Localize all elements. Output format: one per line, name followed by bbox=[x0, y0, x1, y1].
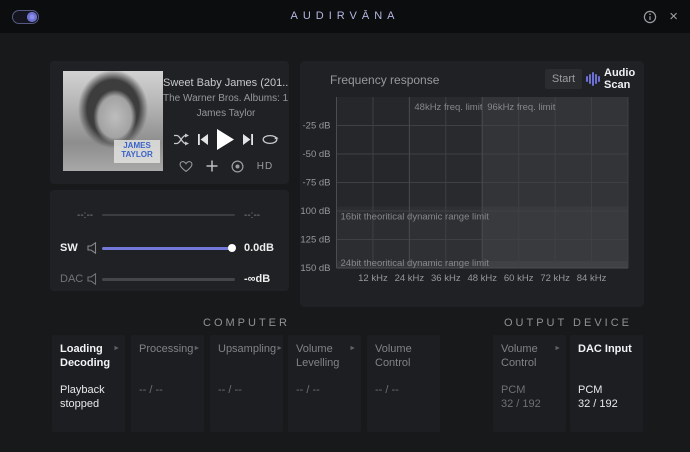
artist-name: James Taylor bbox=[163, 108, 289, 119]
computer-section-header: COMPUTER bbox=[52, 317, 441, 329]
stage-title: DAC Input bbox=[578, 343, 632, 357]
audirvana-window: AUDIRVĀNA × JAMES TAYLOR Sweet Baby Jame… bbox=[0, 0, 690, 452]
svg-text:-50 dB: -50 dB bbox=[303, 149, 331, 160]
stage-arrow-icon: ► bbox=[113, 345, 120, 371]
streaming-service-logo-icon bbox=[231, 160, 244, 173]
dac-volume-row: DAC -∞dB bbox=[60, 271, 279, 287]
svg-text:84 kHz: 84 kHz bbox=[577, 273, 607, 284]
software-volume-row: SW 0.0dB bbox=[60, 240, 279, 256]
stage-status: -- / -- bbox=[139, 383, 163, 397]
svg-text:-25 dB: -25 dB bbox=[303, 121, 331, 132]
pipeline-stage-volume-levelling[interactable]: Volume Levelling ► -- / -- bbox=[288, 335, 361, 432]
svg-text:-75 dB: -75 dB bbox=[303, 178, 331, 189]
svg-text:-125 dB: -125 dB bbox=[300, 235, 331, 246]
dac-volume-slider[interactable] bbox=[102, 278, 235, 281]
svg-text:12 kHz: 12 kHz bbox=[358, 273, 388, 284]
software-volume-label: SW bbox=[60, 242, 87, 254]
repeat-icon[interactable] bbox=[262, 134, 279, 145]
play-button-icon[interactable] bbox=[217, 129, 234, 150]
svg-text:-150 dB: -150 dB bbox=[300, 263, 331, 274]
output-stage-dac-input[interactable]: DAC Input PCM 32 / 192 bbox=[570, 335, 643, 432]
pipeline-stage-loading-decoding[interactable]: Loading Decoding ► Playback stopped bbox=[52, 335, 125, 432]
track-info: Sweet Baby James (201... The Warner Bros… bbox=[163, 61, 289, 184]
album-title: The Warner Bros. Albums: 1... bbox=[163, 93, 289, 104]
stage-status: -- / -- bbox=[296, 383, 320, 397]
secondary-controls: HD bbox=[163, 158, 289, 174]
stage-status: PCM 32 / 192 bbox=[501, 383, 541, 412]
album-art-caption: JAMES TAYLOR bbox=[114, 140, 160, 163]
svg-text:16bit theoritical dynamic rang: 16bit theoritical dynamic range limit bbox=[341, 211, 490, 222]
stage-title: Processing bbox=[139, 343, 193, 357]
now-playing-card: JAMES TAYLOR Sweet Baby James (201... Th… bbox=[50, 61, 289, 184]
svg-text:36 kHz: 36 kHz bbox=[431, 273, 461, 284]
stage-status: -- / -- bbox=[375, 383, 399, 397]
titlebar: AUDIRVĀNA × bbox=[0, 0, 690, 33]
previous-track-icon[interactable] bbox=[198, 134, 208, 145]
pipeline-stage-volume-control[interactable]: Volume Control -- / -- bbox=[367, 335, 440, 432]
track-title: Sweet Baby James (201... bbox=[163, 77, 289, 89]
pipeline-stage-upsampling[interactable]: Upsampling ► -- / -- bbox=[210, 335, 283, 432]
svg-text:96kHz freq. limit: 96kHz freq. limit bbox=[487, 102, 555, 113]
stage-status: Playback stopped bbox=[60, 383, 105, 412]
stage-title: Volume Control bbox=[375, 343, 412, 371]
info-icon[interactable] bbox=[643, 10, 657, 24]
software-volume-slider[interactable] bbox=[102, 247, 235, 250]
titlebar-icons: × bbox=[643, 0, 678, 33]
software-volume-value: 0.0dB bbox=[235, 242, 279, 254]
svg-text:24 kHz: 24 kHz bbox=[395, 273, 425, 284]
output-device-section-header: OUTPUT DEVICE bbox=[493, 317, 643, 329]
svg-text:24bit theoritical dynamic rang: 24bit theoritical dynamic range limit bbox=[341, 258, 490, 269]
svg-text:48 kHz: 48 kHz bbox=[467, 273, 497, 284]
stage-title: Volume Levelling bbox=[296, 343, 339, 371]
stage-title: Volume Control bbox=[501, 343, 538, 371]
time-elapsed: --:-- bbox=[60, 210, 102, 221]
frequency-response-plot: -25 dB -50 dB -75 dB -100 dB -125 dB -150 dB 1… bbox=[300, 61, 644, 307]
pipeline-stage-processing[interactable]: Processing ► -- / -- bbox=[131, 335, 204, 432]
dac-volume-label: DAC bbox=[60, 273, 87, 285]
svg-text:60 kHz: 60 kHz bbox=[504, 273, 534, 284]
transport-controls bbox=[163, 127, 289, 151]
close-icon[interactable]: × bbox=[669, 9, 678, 24]
output-stage-volume-control[interactable]: Volume Control ► PCM 32 / 192 bbox=[493, 335, 566, 432]
stage-arrow-icon: ► bbox=[276, 345, 283, 357]
stage-title: Upsampling bbox=[218, 343, 276, 357]
svg-text:-100 dB: -100 dB bbox=[300, 206, 331, 217]
seek-slider[interactable] bbox=[102, 214, 235, 216]
shuffle-icon[interactable] bbox=[174, 133, 189, 146]
speaker-icon[interactable] bbox=[87, 273, 102, 285]
svg-text:72 kHz: 72 kHz bbox=[540, 273, 570, 284]
slider-knob[interactable] bbox=[228, 244, 236, 252]
speaker-icon[interactable] bbox=[87, 242, 102, 254]
svg-text:48kHz freq. limit: 48kHz freq. limit bbox=[414, 102, 482, 113]
hd-quality-badge: HD bbox=[257, 161, 273, 172]
album-art[interactable]: JAMES TAYLOR bbox=[63, 71, 163, 171]
add-to-playlist-icon[interactable] bbox=[206, 160, 218, 172]
stage-arrow-icon: ► bbox=[554, 345, 561, 371]
frequency-response-card: Frequency response Start Audio Scan -25 … bbox=[300, 61, 644, 307]
next-track-icon[interactable] bbox=[243, 134, 253, 145]
stage-status: PCM 32 / 192 bbox=[578, 383, 618, 412]
volume-card: --:-- --:-- SW 0.0dB DAC -∞ bbox=[50, 190, 289, 291]
time-slider-row: --:-- --:-- bbox=[60, 207, 279, 223]
stage-status: -- / -- bbox=[218, 383, 242, 397]
app-title: AUDIRVĀNA bbox=[0, 10, 690, 22]
favorite-heart-icon[interactable] bbox=[179, 160, 193, 173]
stage-title: Loading Decoding bbox=[60, 343, 110, 371]
dac-volume-value: -∞dB bbox=[235, 273, 279, 285]
time-remaining: --:-- bbox=[235, 210, 279, 221]
stage-arrow-icon: ► bbox=[193, 345, 200, 357]
stage-arrow-icon: ► bbox=[349, 345, 356, 371]
